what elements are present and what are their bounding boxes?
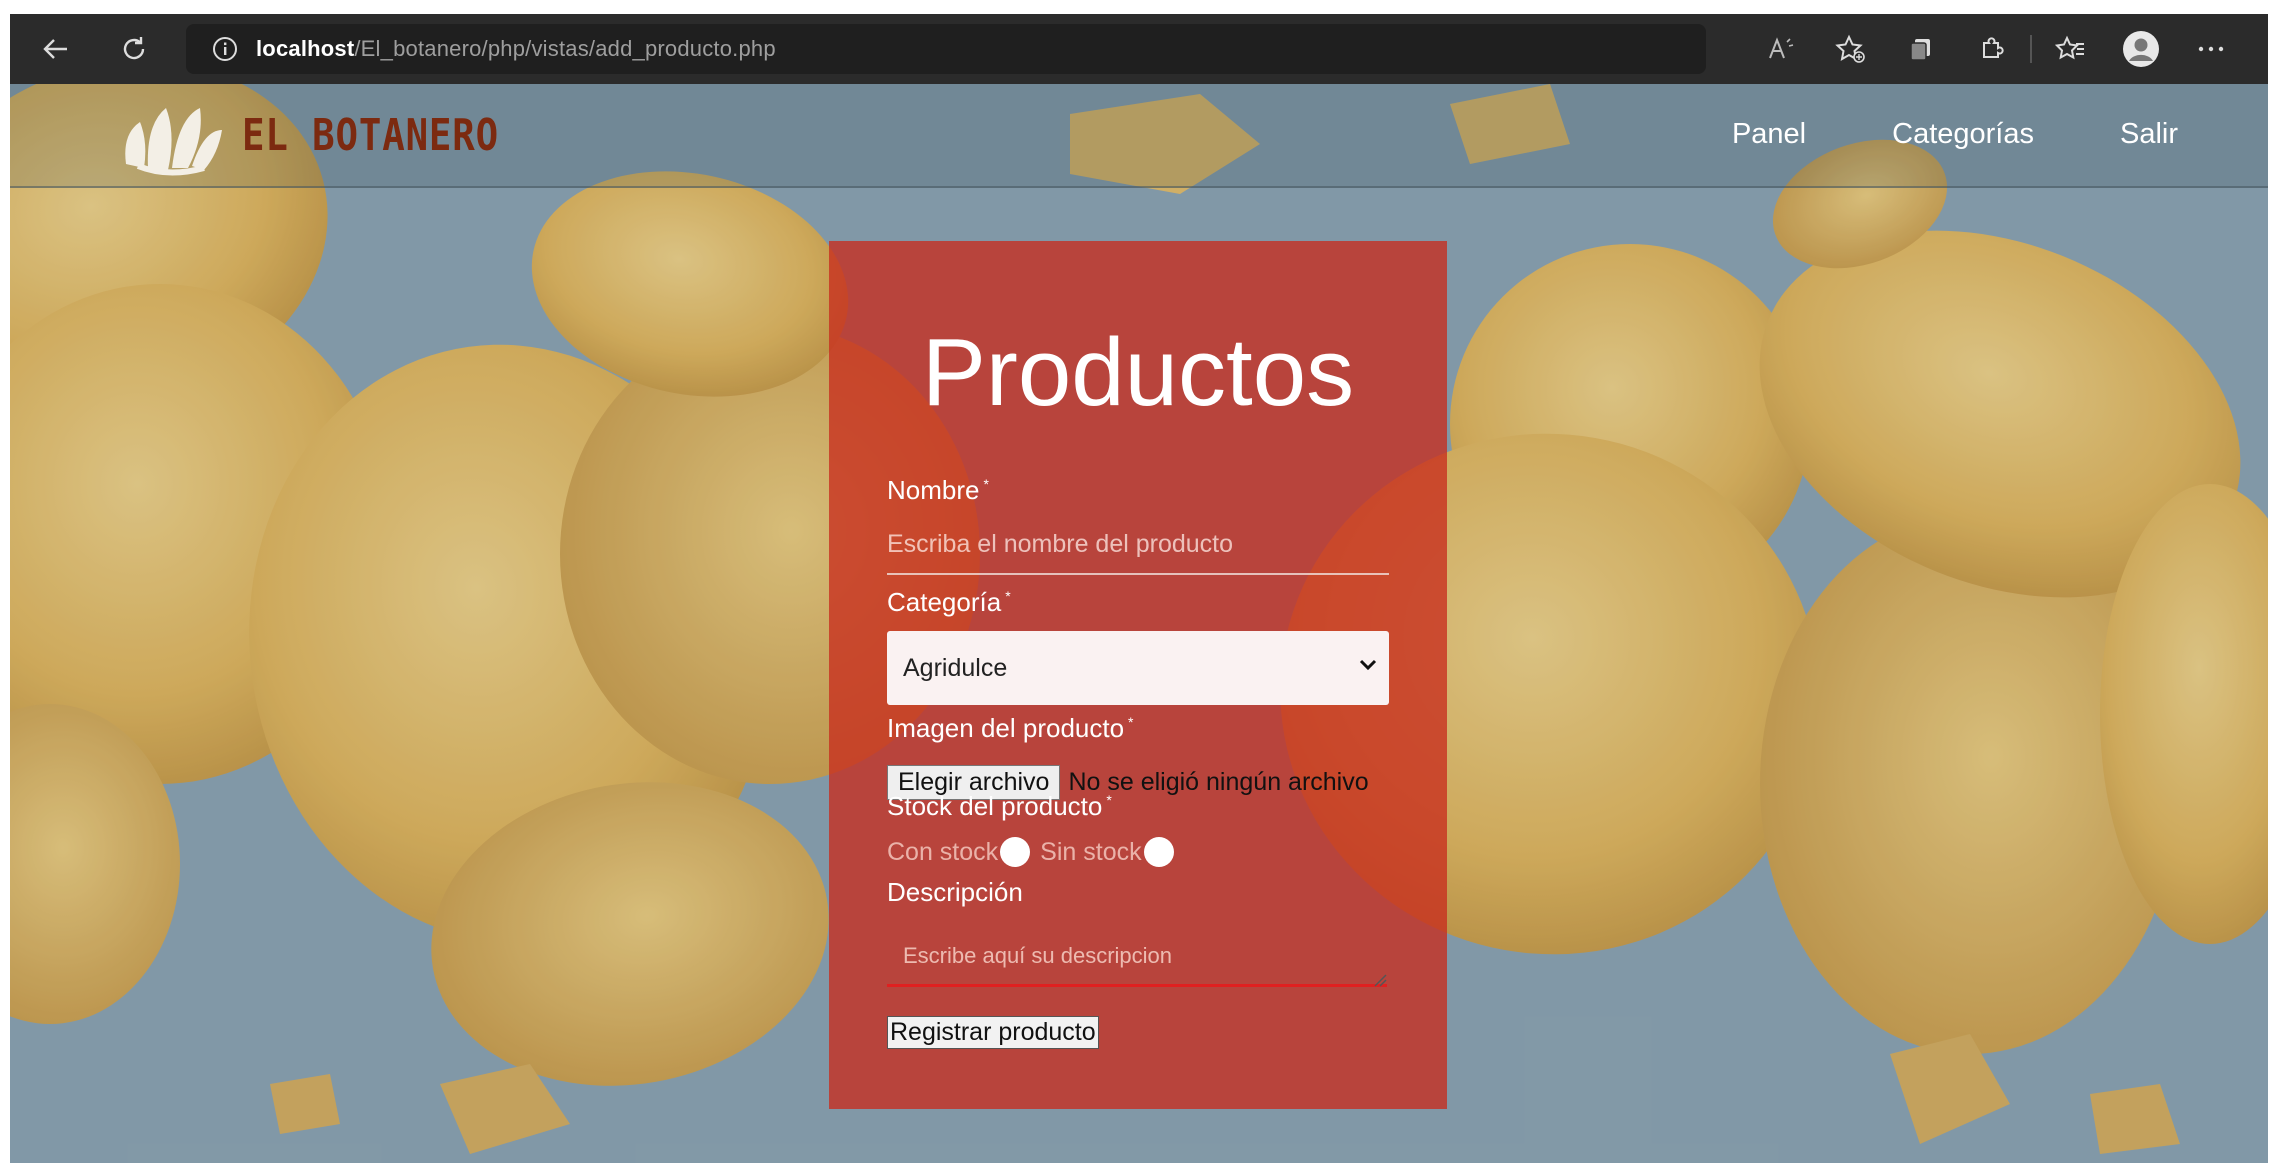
extensions-button[interactable] — [1956, 24, 2026, 74]
stock-label: Stock del producto * — [887, 791, 1112, 822]
logo-text: EL BOTANERO — [242, 109, 500, 161]
star-add-icon — [1835, 34, 1865, 63]
toolbar-divider — [2030, 35, 2032, 63]
address-bar[interactable]: localhost/El_botanero/php/vistas/add_pro… — [186, 24, 1706, 74]
categoria-select[interactable]: Agridulce — [887, 631, 1389, 705]
file-status-text: No se eligió ningún archivo — [1068, 768, 1369, 796]
con-stock-radio[interactable] — [1000, 837, 1031, 867]
nav-link-salir[interactable]: Salir — [2120, 118, 2178, 151]
favorites-button[interactable] — [2036, 24, 2106, 74]
descripcion-textarea[interactable] — [887, 931, 1387, 987]
reload-button[interactable] — [112, 27, 156, 71]
imagen-label-text: Imagen del producto — [887, 713, 1125, 743]
con-stock-label: Con stock — [887, 837, 999, 866]
sin-stock-radio[interactable] — [1143, 837, 1174, 867]
profile-button[interactable] — [2106, 24, 2176, 74]
browser-toolbar: localhost/El_botanero/php/vistas/add_pro… — [10, 14, 2268, 84]
url-path: /El_botanero/php/vistas/add_producto.php — [354, 36, 776, 61]
resize-grip-icon[interactable] — [1373, 973, 1387, 987]
url-host: localhost — [256, 36, 355, 61]
nav-link-panel[interactable]: Panel — [1732, 118, 1806, 151]
nombre-label-text: Nombre — [887, 475, 980, 505]
nav-link-categorias[interactable]: Categorías — [1892, 118, 2034, 151]
categoria-label-text: Categoría — [887, 587, 1002, 617]
info-icon[interactable] — [210, 34, 240, 64]
nombre-input[interactable] — [887, 521, 1387, 567]
collections-button[interactable] — [1886, 24, 1956, 74]
back-button[interactable] — [34, 27, 78, 71]
required-mark: * — [1005, 588, 1011, 605]
extensions-icon — [1983, 37, 2004, 58]
stock-label-text: Stock del producto — [887, 791, 1103, 821]
form-title: Productos — [921, 319, 1355, 426]
site-nav-menu: Panel Categorías Salir — [1732, 118, 2178, 151]
nombre-input-underline — [887, 573, 1389, 575]
url-text[interactable]: localhost/El_botanero/php/vistas/add_pro… — [256, 36, 776, 62]
descripcion-label: Descripción — [887, 877, 1023, 908]
imagen-label: Imagen del producto * — [887, 713, 1134, 744]
browser-toolbar-icons — [1746, 24, 2246, 74]
required-mark: * — [1128, 714, 1134, 731]
required-mark: * — [1106, 792, 1112, 809]
stock-radio-group: Con stock Sin stock — [887, 837, 1184, 867]
page-content: EL BOTANERO Panel Categorías Salir Produ… — [10, 84, 2268, 1163]
read-aloud-button[interactable] — [1746, 24, 1816, 74]
registrar-producto-button[interactable]: Registrar producto — [887, 1016, 1099, 1049]
nombre-label: Nombre * — [887, 475, 989, 506]
required-mark: * — [983, 476, 989, 493]
site-logo[interactable]: EL BOTANERO — [118, 94, 544, 176]
reload-icon — [123, 37, 145, 60]
more-icon — [2198, 46, 2224, 52]
browser-window: localhost/El_botanero/php/vistas/add_pro… — [10, 14, 2268, 1163]
avatar-icon — [2123, 31, 2159, 67]
product-form-card: Productos Nombre* Categoría* Agridulce I… — [829, 241, 1447, 1109]
categoria-selected-value: Agridulce — [903, 653, 1008, 682]
favorites-icon — [2055, 35, 2084, 60]
croissant-logo-icon — [125, 108, 222, 176]
more-button[interactable] — [2176, 24, 2246, 74]
chevron-down-icon — [1359, 659, 1377, 671]
read-aloud-icon — [1769, 37, 1794, 59]
add-favorite-button[interactable] — [1816, 24, 1886, 74]
descripcion-label-text: Descripción — [887, 877, 1023, 907]
categoria-label: Categoría * — [887, 587, 1011, 618]
sin-stock-label: Sin stock — [1040, 837, 1142, 866]
collections-icon — [1910, 39, 1930, 61]
site-header: EL BOTANERO Panel Categorías Salir — [10, 84, 2268, 188]
arrow-left-icon — [43, 39, 67, 59]
